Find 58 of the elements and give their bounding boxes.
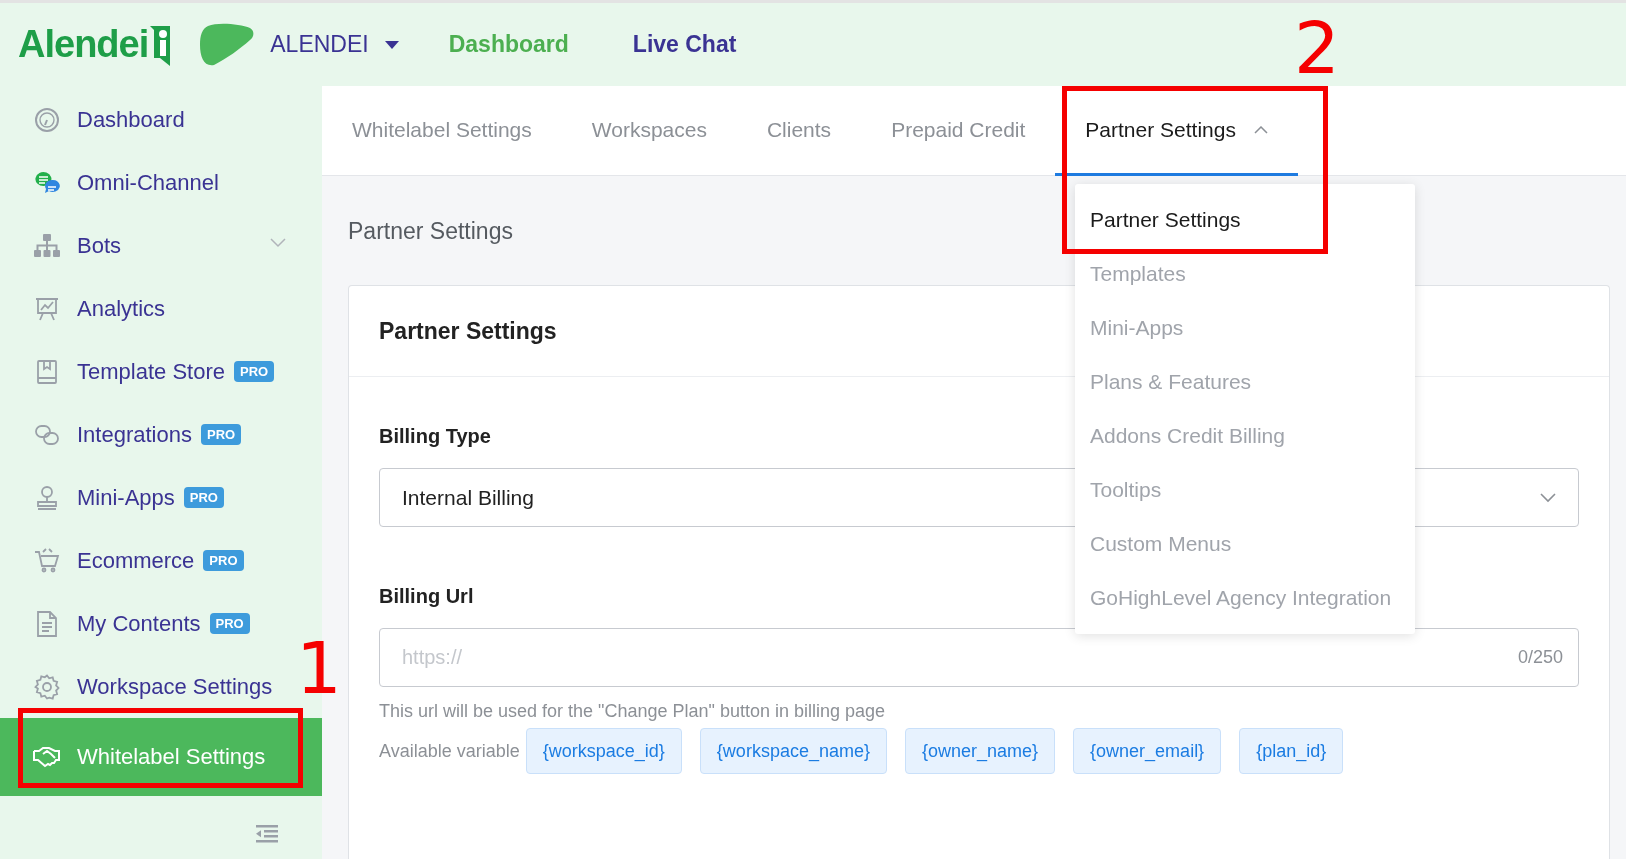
tab[interactable]: Whitelabel Settings [322, 86, 562, 176]
logo-flag-icon [150, 26, 171, 66]
field-label: Billing Url [379, 585, 474, 608]
pro-badge: PRO [183, 487, 224, 508]
field-label: Billing Type [379, 425, 491, 448]
book-icon [35, 358, 59, 385]
workspace-avatar-icon [200, 22, 255, 67]
page-title: Partner Settings [348, 218, 513, 245]
sitemap-icon [33, 232, 61, 259]
dropdown-menu-item[interactable]: Custom Menus [1075, 527, 1415, 561]
logo-text: Alendei [18, 23, 149, 66]
pro-badge: PRO [233, 361, 275, 382]
stamp-icon [34, 484, 60, 511]
dropdown-menu-item[interactable]: GoHighLevel Agency Integration [1075, 581, 1415, 615]
sidebar-item[interactable]: Integrations PRO [0, 403, 322, 466]
variable-tag[interactable]: {workspace_name} [699, 728, 887, 774]
top-nav-link[interactable]: Live Chat [618, 31, 751, 58]
collapse-menu-icon[interactable] [256, 825, 278, 843]
variable-tag[interactable]: {workspace_id} [525, 728, 682, 774]
step-number: 1 [296, 632, 342, 704]
character-counter: 0/250 [1517, 647, 1563, 668]
cart-icon [34, 547, 60, 574]
step-number: 2 [1294, 12, 1340, 84]
chat-bubbles-icon [33, 169, 61, 196]
chevron-icon[interactable] [270, 238, 286, 248]
handshake-icon [33, 746, 61, 768]
sidebar-item[interactable]: Ecommerce PRO [0, 529, 322, 592]
workspace-name[interactable]: ALENDEI [270, 31, 369, 58]
sidebar-item[interactable]: Template Store PRO [0, 340, 322, 403]
pro-badge: PRO [203, 550, 244, 571]
top-nav-link[interactable]: Dashboard [434, 31, 583, 58]
chevron-down-icon [1540, 492, 1556, 503]
help-text: This url will be used for the "Change Plan" button in billing page [379, 701, 887, 722]
dropdown-menu-item[interactable]: Tooltips [1075, 473, 1415, 507]
dropdown-menu-item[interactable]: Addons Credit Billing [1075, 419, 1415, 453]
sidebar-item[interactable]: Whitelabel Settings [0, 718, 322, 796]
variables-label: Available variable [379, 740, 520, 762]
sidebar-item[interactable]: Analytics [0, 277, 322, 340]
tab[interactable]: Prepaid Credit [861, 86, 1056, 176]
dropdown-menu-item[interactable]: Partner Settings [1075, 203, 1415, 237]
sidebar-item[interactable]: Mini-Apps PRO [0, 466, 322, 529]
gauge-icon [34, 106, 60, 133]
settings-icon [34, 673, 60, 700]
document-icon [35, 610, 59, 637]
variable-tag[interactable]: {owner_email} [1073, 728, 1222, 774]
tab[interactable]: Clients [736, 86, 862, 176]
variable-tag[interactable]: {owner_name} [904, 728, 1056, 774]
sidebar-item[interactable]: Omni-Channel [0, 151, 322, 214]
pro-badge: PRO [209, 613, 250, 634]
chart-board-icon [34, 295, 60, 322]
tab[interactable]: Workspaces [561, 86, 737, 176]
dropdown-menu-item[interactable]: Mini-Apps [1075, 311, 1415, 345]
variable-tag[interactable]: {plan_id} [1239, 728, 1344, 774]
chevron-icon[interactable] [1253, 125, 1268, 134]
caret-down-icon[interactable] [384, 40, 399, 49]
sidebar-item[interactable]: Dashboard [0, 88, 322, 151]
pro-badge: PRO [200, 424, 242, 445]
sidebar-item[interactable]: Bots [0, 214, 322, 277]
